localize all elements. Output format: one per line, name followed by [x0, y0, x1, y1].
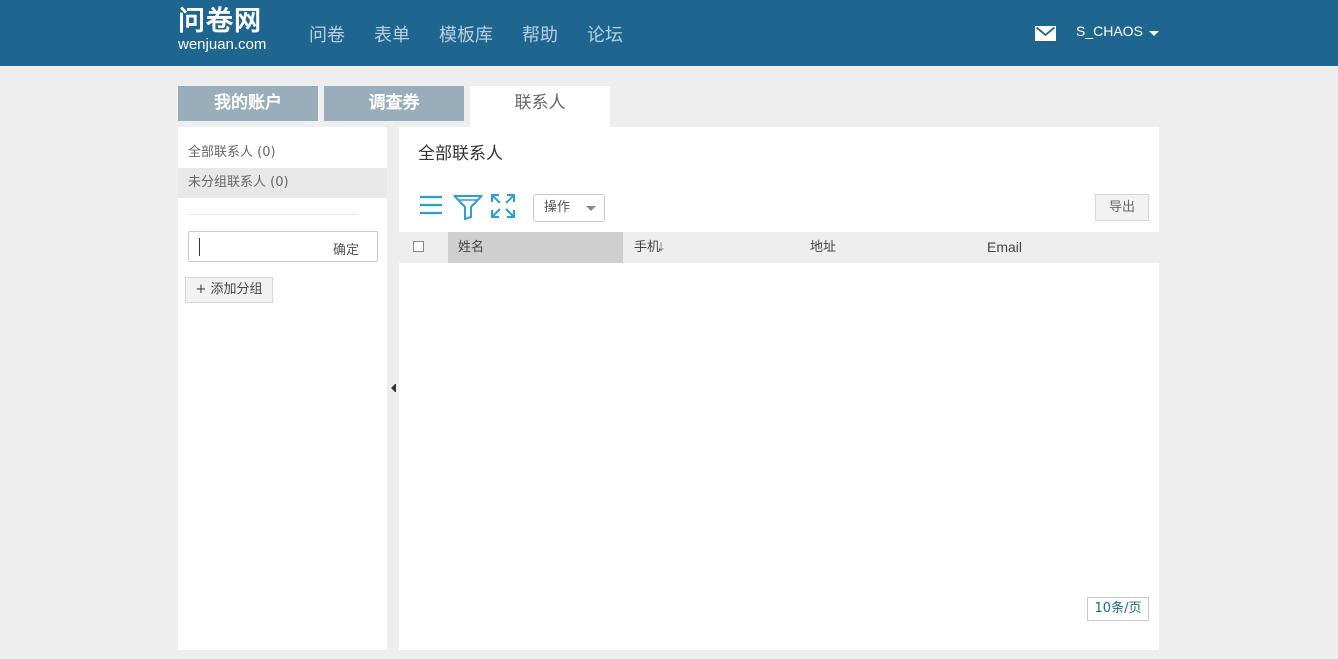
- operations-select[interactable]: 操作: [533, 194, 605, 222]
- table-header: 姓名 ↓ 手机 地址 Email: [399, 232, 1159, 263]
- confirm-button[interactable]: 确定: [333, 239, 359, 258]
- group-sidebar: 全部联系人 (0) 未分组联系人 (0) 确定 + 添加分组: [178, 127, 387, 650]
- group-name-input[interactable]: [199, 238, 319, 256]
- column-header-address[interactable]: 地址: [810, 232, 836, 263]
- top-header: 问卷网 wenjuan.com 问卷 表单 模板库 帮助 论坛 S_CHAOS: [0, 0, 1338, 66]
- column-header-email[interactable]: Email: [987, 232, 1022, 263]
- add-group-button[interactable]: + 添加分组: [185, 277, 273, 303]
- export-button[interactable]: 导出: [1095, 194, 1149, 221]
- column-header-name[interactable]: 姓名 ↓: [448, 232, 666, 263]
- caret-down-icon[interactable]: [1149, 31, 1159, 36]
- nav-item-templates[interactable]: 模板库: [439, 21, 493, 47]
- mail-icon[interactable]: [1035, 26, 1056, 41]
- divider: [188, 214, 358, 215]
- group-item-ungrouped[interactable]: 未分组联系人 (0): [178, 168, 387, 198]
- filter-icon[interactable]: [453, 194, 483, 220]
- page-title: 全部联系人: [418, 144, 503, 164]
- tab-contacts[interactable]: 联系人: [470, 86, 610, 127]
- expand-icon[interactable]: [491, 194, 515, 218]
- list-icon[interactable]: [419, 194, 443, 216]
- operations-select-label: 操作: [544, 200, 571, 215]
- nav-item-help[interactable]: 帮助: [522, 21, 558, 47]
- nav-item-forum[interactable]: 论坛: [587, 21, 623, 47]
- column-header-name-label: 姓名: [458, 240, 485, 255]
- nav-item-form[interactable]: 表单: [374, 21, 410, 47]
- collapse-left-icon[interactable]: [389, 383, 397, 393]
- brand-name: 问卷网: [178, 6, 262, 37]
- brand-logo[interactable]: 问卷网 wenjuan.com: [178, 6, 266, 53]
- user-menu[interactable]: S_CHAOS: [1076, 23, 1143, 39]
- main-nav: 问卷 表单 模板库 帮助 论坛: [298, 21, 641, 47]
- nav-item-survey[interactable]: 问卷: [309, 21, 345, 47]
- contacts-panel: 全部联系人 操作 导出 姓名 ↓ 手机 地址 Email 10条/页: [399, 127, 1159, 650]
- tab-survey-coupons[interactable]: 调查券: [324, 86, 464, 121]
- chevron-down-icon: [586, 206, 596, 211]
- tab-my-account[interactable]: 我的账户: [178, 86, 318, 121]
- column-header-phone[interactable]: 手机: [634, 232, 660, 263]
- brand-domain: wenjuan.com: [178, 36, 267, 53]
- group-name-field: 确定: [188, 231, 378, 262]
- page-size-select[interactable]: 10条/页: [1087, 597, 1149, 621]
- group-item-all[interactable]: 全部联系人 (0): [178, 138, 387, 168]
- select-all-checkbox[interactable]: [413, 241, 424, 252]
